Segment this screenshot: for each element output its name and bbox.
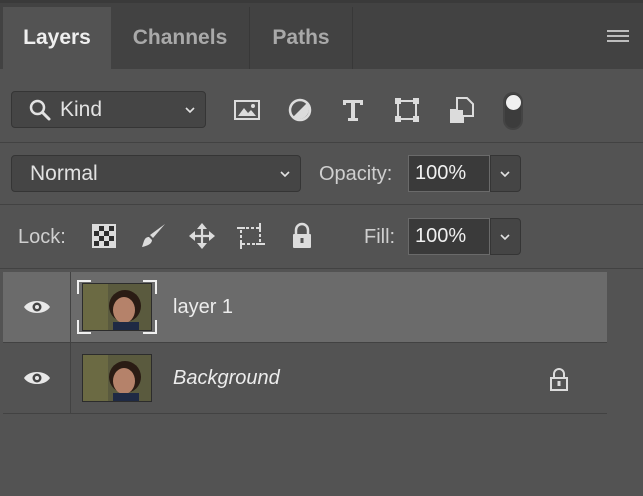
row-divider — [0, 142, 643, 143]
lock-artboard-icon[interactable] — [236, 221, 266, 251]
chevron-down-icon — [280, 170, 290, 177]
filter-kind-label: Kind — [60, 97, 103, 121]
toggle-knob — [506, 95, 521, 110]
panel-tab-bar: Layers Channels Paths — [0, 0, 643, 69]
lock-transparent-pixels-icon[interactable] — [89, 221, 119, 251]
row-divider — [3, 413, 607, 414]
layer-name[interactable]: Background — [173, 367, 280, 390]
fill-label: Fill: — [364, 226, 396, 248]
panel-menu-icon[interactable] — [607, 30, 629, 44]
tab-layers[interactable]: Layers — [3, 7, 111, 69]
search-icon — [29, 99, 51, 120]
tab-paths[interactable]: Paths — [250, 7, 353, 69]
image-filter-icon[interactable] — [232, 95, 262, 125]
eye-icon — [23, 372, 50, 384]
chevron-down-icon — [500, 170, 510, 177]
blend-mode-select[interactable]: Normal — [11, 155, 301, 192]
layer-name[interactable]: layer 1 — [173, 296, 233, 319]
lock-all-icon[interactable] — [287, 221, 317, 251]
opacity-input[interactable]: 100% — [408, 155, 490, 192]
fill-input[interactable]: 100% — [408, 218, 490, 255]
eye-icon — [23, 301, 50, 313]
filter-kind-select[interactable]: Kind — [11, 91, 206, 128]
child-portrait-thumbnail — [82, 354, 152, 402]
adjustment-filter-icon[interactable] — [285, 95, 315, 125]
layer-lock-icon[interactable] — [548, 367, 570, 396]
filter-toggle-switch[interactable] — [503, 92, 523, 130]
opacity-label: Opacity: — [319, 163, 393, 185]
row-divider — [0, 268, 643, 269]
lock-label: Lock: — [18, 226, 66, 248]
row-divider — [0, 204, 643, 205]
shape-filter-icon[interactable] — [392, 95, 422, 125]
layer-row-background[interactable]: Background — [3, 343, 607, 413]
visibility-toggle[interactable] — [3, 272, 71, 342]
child-portrait-thumbnail — [82, 283, 152, 331]
lock-position-icon[interactable] — [187, 221, 217, 251]
blend-mode-value: Normal — [30, 161, 98, 185]
smart-object-filter-icon[interactable] — [447, 95, 477, 125]
tab-channels[interactable]: Channels — [111, 7, 250, 69]
lock-image-pixels-icon[interactable] — [138, 221, 168, 251]
fill-dropdown[interactable] — [490, 218, 521, 255]
opacity-dropdown[interactable] — [490, 155, 521, 192]
chevron-down-icon — [185, 106, 195, 113]
layer-thumbnail[interactable] — [77, 351, 157, 405]
type-filter-icon[interactable] — [338, 95, 368, 125]
visibility-toggle[interactable] — [3, 343, 71, 413]
chevron-down-icon — [500, 233, 510, 240]
layer-row-layer-1[interactable]: layer 1 — [3, 272, 607, 342]
layer-thumbnail[interactable] — [77, 280, 157, 334]
